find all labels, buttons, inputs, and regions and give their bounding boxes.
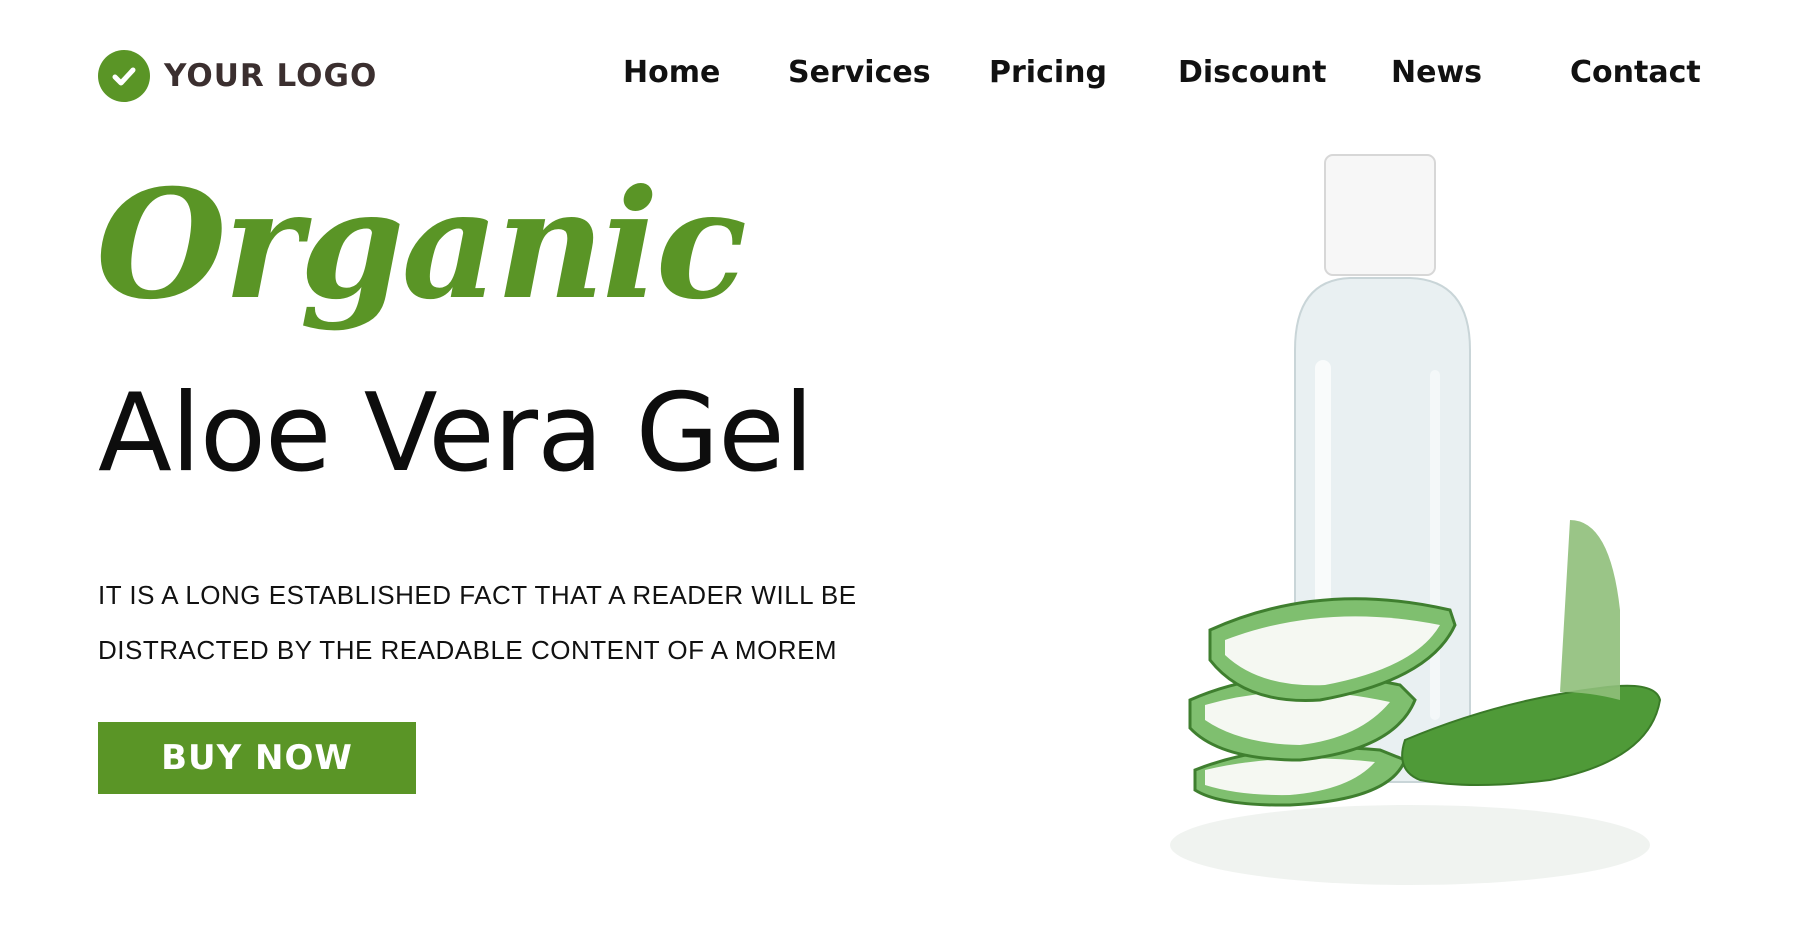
nav-contact[interactable]: Contact <box>1570 55 1701 90</box>
hero-script-title: Organic <box>96 157 747 333</box>
site-header: YOUR LOGO Home Services Pricing Discount… <box>0 0 1800 150</box>
nav-pricing[interactable]: Pricing <box>989 55 1107 90</box>
nav-discount[interactable]: Discount <box>1178 55 1327 90</box>
nav-news[interactable]: News <box>1391 55 1482 90</box>
hero-description-line-2: DISTRACTED BY THE READABLE CONTENT OF A … <box>98 635 838 665</box>
main-nav: Home Services Pricing Discount News Cont… <box>0 55 1800 99</box>
aloe-leaf-tip <box>1560 520 1620 700</box>
buy-now-button[interactable]: BUY NOW <box>98 722 416 794</box>
product-image <box>1150 140 1700 910</box>
hero-description: IT IS A LONG ESTABLISHED FACT THAT A REA… <box>98 568 918 678</box>
bottle-cap <box>1324 154 1436 276</box>
bottle-highlight-2 <box>1430 370 1440 720</box>
hero-description-line-1: IT IS A LONG ESTABLISHED FACT THAT A REA… <box>98 580 857 610</box>
nav-services[interactable]: Services <box>788 55 931 90</box>
product-reflection <box>1170 805 1650 885</box>
nav-home[interactable]: Home <box>623 55 720 90</box>
hero-title: Aloe Vera Gel <box>98 371 814 496</box>
